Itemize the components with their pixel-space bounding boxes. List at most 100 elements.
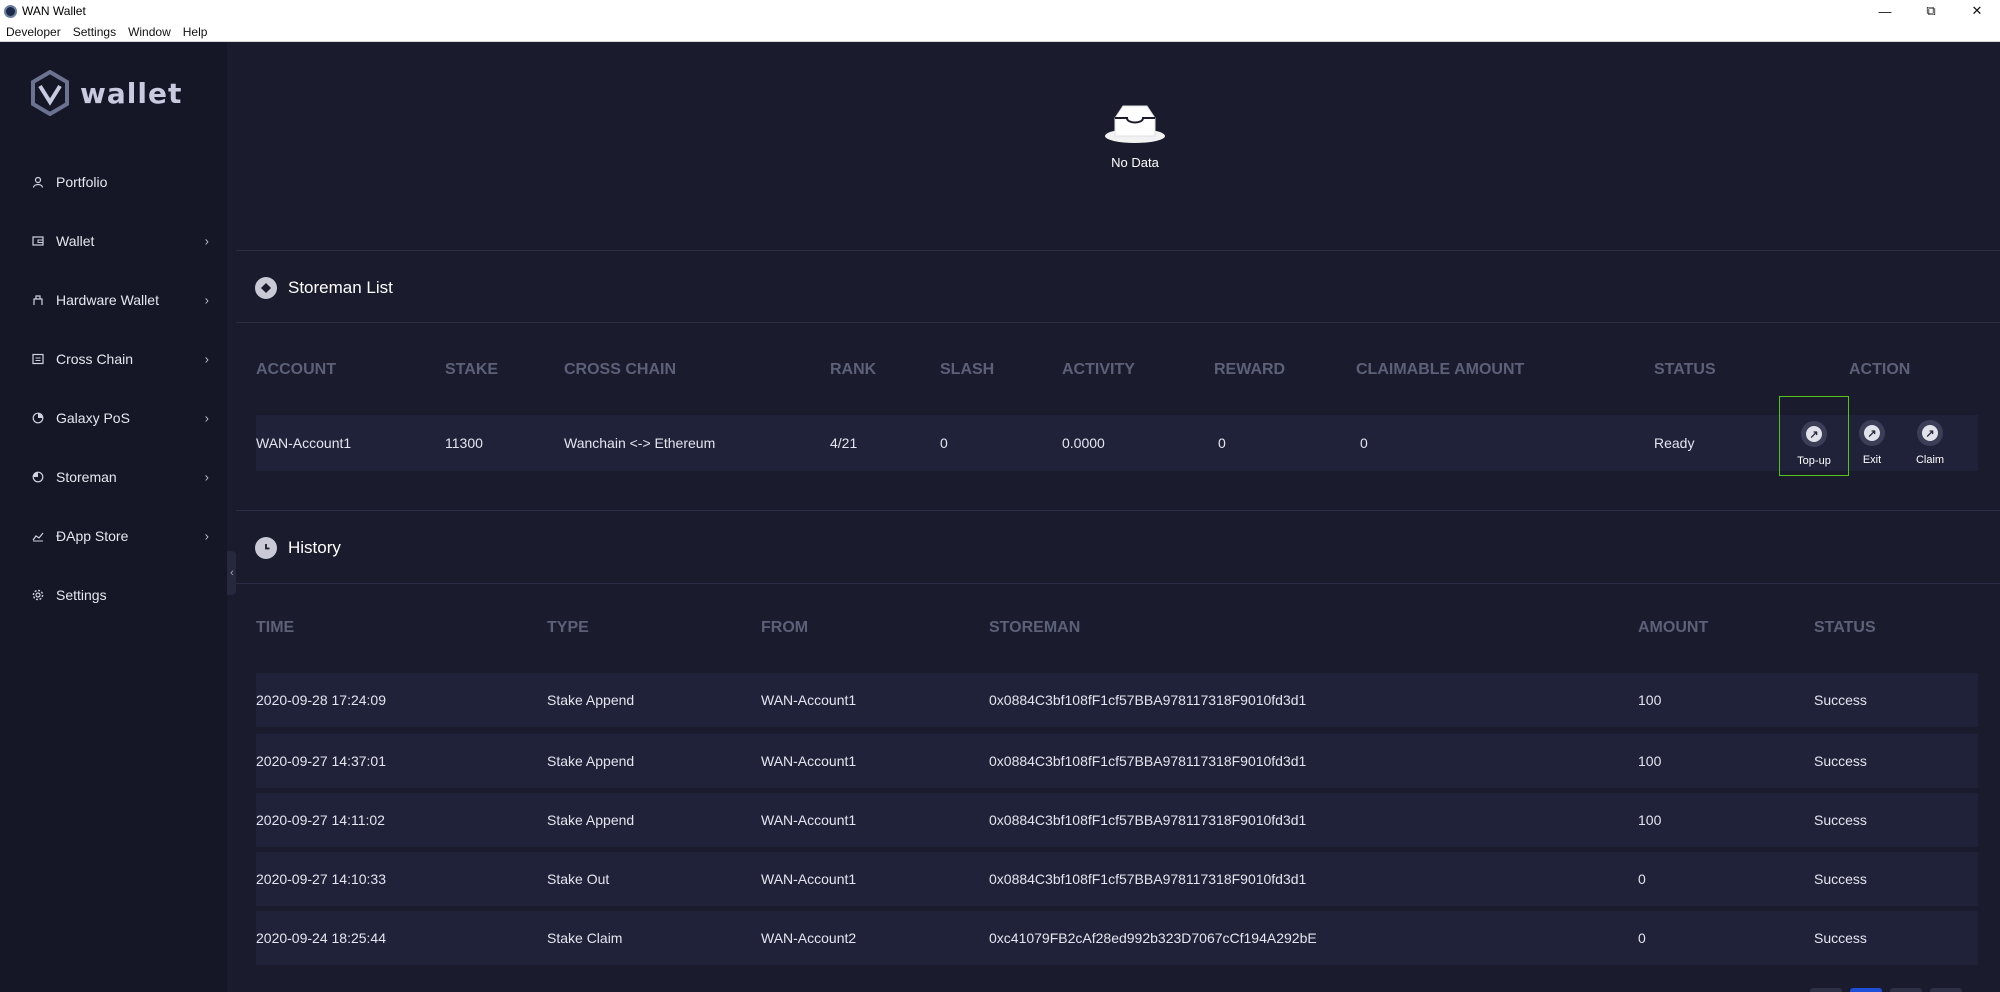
sidebar-item-label: Wallet: [56, 232, 95, 249]
storeman-cell: 0x0884C3bf108fF1cf57BBA978117318F9010fd3…: [989, 753, 1307, 769]
storeman-cell: 0x0884C3bf108fF1cf57BBA978117318F9010fd3…: [989, 692, 1307, 708]
amount-cell: 0: [1638, 930, 1646, 946]
claimable-cell: 0: [1360, 435, 1368, 451]
from-cell: WAN-Account1: [761, 871, 857, 887]
claim-icon: ↗: [1917, 420, 1943, 446]
sidebar-item-wallet[interactable]: Wallet ›: [0, 211, 227, 270]
table-row: 2020-09-24 18:25:44 Stake Claim WAN-Acco…: [256, 911, 1978, 965]
amount-cell: 0: [1638, 871, 1646, 887]
sidebar-item-galaxy-pos[interactable]: Galaxy PoS ›: [0, 388, 227, 447]
storeman-list-header: Storeman List: [255, 277, 393, 299]
page-next-button[interactable]: [1930, 988, 1962, 992]
column-header: CROSS CHAIN: [564, 361, 677, 378]
time-cell: 2020-09-27 14:37:01: [256, 753, 386, 769]
sidebar-item-settings[interactable]: Settings: [0, 565, 227, 624]
from-cell: WAN-Account1: [761, 692, 857, 708]
table-row: 2020-09-27 14:37:01 Stake Append WAN-Acc…: [256, 734, 1978, 788]
exit-icon: ↗: [1859, 420, 1885, 446]
amount-cell: 100: [1638, 692, 1662, 708]
column-header: STAKE: [445, 361, 499, 378]
status-cell: Success: [1814, 812, 1867, 828]
sidebar-item-label: Cross Chain: [56, 350, 134, 367]
status-cell: Ready: [1654, 435, 1695, 451]
sidebar-nav: Portfolio Wallet › Hardware Wallet › Cro…: [0, 152, 227, 624]
minimize-button[interactable]: —: [1862, 0, 1908, 22]
type-cell: Stake Append: [547, 812, 635, 828]
page-item[interactable]: [1890, 988, 1922, 992]
wanchain-logo-icon: [31, 70, 69, 116]
action-label: Claim: [1915, 454, 1945, 466]
column-header: TIME: [256, 619, 295, 636]
menu-window[interactable]: Window: [122, 25, 177, 39]
menu-developer[interactable]: Developer: [0, 25, 67, 39]
sidebar-item-storeman[interactable]: Storeman ›: [0, 447, 227, 506]
chevron-right-icon: ›: [204, 351, 209, 366]
storeman-section-icon: [255, 277, 277, 299]
sidebar-item-cross-chain[interactable]: Cross Chain ›: [0, 329, 227, 388]
divider: [236, 250, 2000, 251]
page-prev-button[interactable]: [1810, 988, 1842, 992]
type-cell: Stake Claim: [547, 930, 623, 946]
no-data-text: No Data: [1111, 155, 1159, 170]
chart-icon: [31, 529, 44, 542]
section-title: Storeman List: [288, 278, 393, 297]
close-button[interactable]: ✕: [1954, 0, 2000, 22]
logo-text: wallet: [80, 76, 183, 110]
divider: [236, 510, 2000, 511]
cross-chain-cell: Wanchain <-> Ethereum: [564, 435, 716, 451]
sidebar-item-label: Settings: [56, 586, 107, 603]
column-header: FROM: [761, 619, 809, 636]
type-cell: Stake Append: [547, 753, 635, 769]
from-cell: WAN-Account1: [761, 753, 857, 769]
column-header: STATUS: [1814, 619, 1876, 636]
column-header: TYPE: [547, 619, 589, 636]
storeman-cell: 0xc41079FB2cAf28ed992b323D7067cCf194A292…: [989, 930, 1317, 946]
column-header: RANK: [830, 361, 877, 378]
column-header: ACTIVITY: [1062, 361, 1135, 378]
table-row: WAN-Account1 11300 Wanchain <-> Ethereum…: [256, 415, 1978, 471]
type-cell: Stake Append: [547, 692, 635, 708]
activity-cell: 0.0000: [1062, 435, 1105, 451]
claim-button[interactable]: ↗ Claim: [1895, 396, 1965, 476]
user-icon: [31, 175, 44, 188]
sidebar-item-label: Storeman: [56, 468, 117, 485]
logo: wallet: [30, 70, 182, 116]
table-row: 2020-09-28 17:24:09 Stake Append WAN-Acc…: [256, 673, 1978, 727]
sidebar-item-label: Hardware Wallet: [56, 291, 159, 308]
chevron-right-icon: ›: [204, 469, 209, 484]
section-title: History: [288, 538, 341, 557]
column-header: AMOUNT: [1638, 619, 1709, 636]
main-content: No Data Storeman List ACCOUNT STAKE CROS…: [236, 42, 2000, 992]
table-row: 2020-09-27 14:11:02 Stake Append WAN-Acc…: [256, 793, 1978, 847]
column-header: STATUS: [1654, 361, 1716, 378]
page-item-current[interactable]: [1850, 988, 1882, 992]
pagination: [1810, 988, 1990, 992]
menu-settings[interactable]: Settings: [67, 25, 122, 39]
status-cell: Success: [1814, 930, 1867, 946]
column-header: ACCOUNT: [256, 361, 336, 378]
sidebar: wallet Portfolio Wallet › Hardware Walle…: [0, 42, 227, 992]
column-header: REWARD: [1214, 361, 1286, 378]
table-row: 2020-09-27 14:10:33 Stake Out WAN-Accoun…: [256, 852, 1978, 906]
history-header: History: [255, 537, 341, 559]
reward-cell: 0: [1218, 435, 1226, 451]
sidebar-item-label: Portfolio: [56, 173, 108, 190]
sidebar-item-hardware-wallet[interactable]: Hardware Wallet ›: [0, 270, 227, 329]
hardware-icon: [31, 293, 44, 306]
clock-icon: [255, 537, 277, 559]
menu-help[interactable]: Help: [177, 25, 214, 39]
wallet-icon: [31, 234, 44, 247]
status-cell: Success: [1814, 753, 1867, 769]
storeman-cell: 0x0884C3bf108fF1cf57BBA978117318F9010fd3…: [989, 812, 1307, 828]
slash-cell: 0: [940, 435, 948, 451]
time-cell: 2020-09-27 14:11:02: [256, 812, 385, 828]
sidebar-item-portfolio[interactable]: Portfolio: [0, 152, 227, 211]
restore-button[interactable]: ⧉: [1908, 0, 1954, 22]
column-header: CLAIMABLE AMOUNT: [1356, 361, 1525, 378]
chevron-right-icon: ›: [204, 410, 209, 425]
chevron-right-icon: ›: [204, 292, 209, 307]
divider: [236, 583, 2000, 584]
column-header: SLASH: [940, 361, 995, 378]
amount-cell: 100: [1638, 753, 1662, 769]
sidebar-item-dapp-store[interactable]: ĐApp Store ›: [0, 506, 227, 565]
